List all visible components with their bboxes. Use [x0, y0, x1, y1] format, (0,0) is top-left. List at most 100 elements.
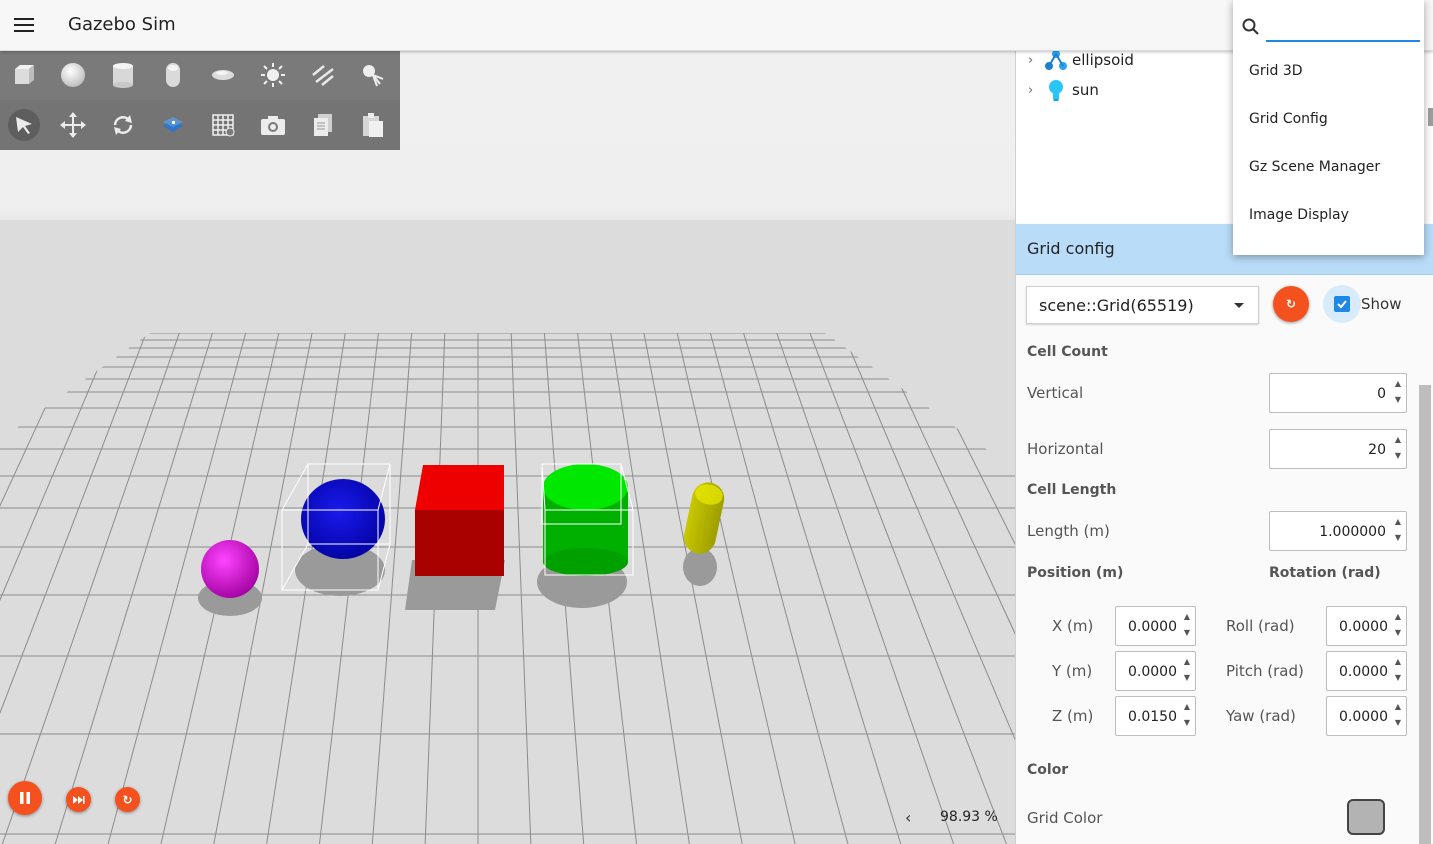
horizontal-label: Horizontal	[1027, 440, 1104, 458]
screenshot-icon[interactable]	[257, 109, 289, 141]
roll-value: 0.0000	[1339, 619, 1388, 635]
rotation-heading: Rotation (rad)	[1269, 565, 1381, 581]
sphere-shape-icon[interactable]	[57, 59, 89, 91]
spin-down-icon[interactable]: ▼	[1395, 674, 1401, 682]
refresh-button[interactable]: ↻	[1273, 286, 1309, 322]
snap-grid-icon[interactable]	[207, 109, 239, 141]
spin-down-icon[interactable]: ▼	[1395, 629, 1401, 637]
refresh-icon: ↻	[1285, 297, 1297, 311]
length-label: Length (m)	[1027, 522, 1110, 540]
spin-up-icon[interactable]: ▲	[1184, 613, 1190, 621]
y-value: 0.0000	[1128, 664, 1177, 680]
vertical-value: 0	[1377, 386, 1386, 402]
show-toggle[interactable]: Show	[1323, 285, 1401, 323]
z-spinbox[interactable]: 0.0150 ▲ ▼	[1115, 696, 1196, 736]
spin-up-icon[interactable]: ▲	[1395, 703, 1401, 711]
x-label: X (m)	[1052, 617, 1094, 635]
panel-scrollbar-thumb[interactable]	[1419, 385, 1431, 844]
pitch-spinbox[interactable]: 0.0000 ▲ ▼	[1326, 651, 1407, 691]
show-checkbox[interactable]	[1323, 285, 1361, 323]
shapes-toolbar	[0, 50, 400, 150]
step-forward-button[interactable]	[66, 787, 91, 812]
reset-button[interactable]: ↻	[115, 787, 140, 812]
model-icon	[1045, 50, 1067, 70]
menu-item-image-display[interactable]: Image Display	[1249, 207, 1349, 223]
checkmark-icon	[1334, 296, 1350, 312]
copy-icon[interactable]	[307, 109, 339, 141]
paste-icon[interactable]	[357, 109, 389, 141]
horizontal-value: 20	[1368, 442, 1386, 458]
pause-button[interactable]	[8, 781, 42, 815]
tree-item-label: sun	[1072, 81, 1099, 99]
point-light-icon[interactable]	[257, 59, 289, 91]
translate-tool-icon[interactable]	[57, 109, 89, 141]
scene-render[interactable]	[0, 50, 1015, 844]
scene-3d-viewport[interactable]: ↻ ‹ 98.93 %	[0, 50, 1015, 844]
x-value: 0.0000	[1128, 619, 1177, 635]
spin-up-icon[interactable]: ▲	[1184, 658, 1190, 666]
spin-down-icon[interactable]: ▼	[1184, 719, 1190, 727]
length-value: 1.000000	[1319, 524, 1386, 540]
cell-length-heading: Cell Length	[1027, 482, 1117, 498]
spin-up-icon[interactable]: ▲	[1395, 658, 1401, 666]
position-heading: Position (m)	[1027, 565, 1124, 581]
y-spinbox[interactable]: 0.0000 ▲ ▼	[1115, 651, 1196, 691]
horizontal-spinbox[interactable]: 20 ▲ ▼	[1269, 429, 1407, 469]
cell-count-heading: Cell Count	[1027, 344, 1108, 360]
spin-down-icon[interactable]: ▼	[1395, 719, 1401, 727]
chevron-left-icon[interactable]: ‹	[905, 808, 911, 827]
spin-down-icon[interactable]: ▼	[1395, 396, 1401, 404]
yaw-label: Yaw (rad)	[1226, 707, 1296, 725]
show-label: Show	[1361, 295, 1402, 313]
rotate-tool-icon[interactable]	[107, 109, 139, 141]
spin-down-icon[interactable]: ▼	[1184, 629, 1190, 637]
search-icon	[1242, 18, 1259, 35]
chevron-right-icon[interactable]: ›	[1028, 83, 1042, 98]
spin-up-icon[interactable]: ▲	[1395, 436, 1401, 444]
select-tool-icon[interactable]	[8, 109, 40, 141]
spin-down-icon[interactable]: ▼	[1395, 452, 1401, 460]
grid-select-dropdown[interactable]: scene::Grid(65519)	[1026, 286, 1259, 324]
grid-select-value: scene::Grid(65519)	[1039, 296, 1194, 315]
tree-item-ellipsoid[interactable]: › ellipsoid	[1028, 50, 1134, 73]
ellipsoid-shape-icon[interactable]	[207, 59, 239, 91]
chevron-right-icon[interactable]: ›	[1028, 53, 1042, 68]
pause-icon	[20, 792, 30, 804]
plugin-search-input[interactable]	[1266, 12, 1420, 42]
roll-label: Roll (rad)	[1226, 617, 1295, 635]
vertical-spinbox[interactable]: 0 ▲ ▼	[1269, 373, 1407, 413]
spin-down-icon[interactable]: ▼	[1184, 674, 1190, 682]
capsule-shape-icon[interactable]	[157, 59, 189, 91]
yaw-value: 0.0000	[1339, 709, 1388, 725]
x-spinbox[interactable]: 0.0000 ▲ ▼	[1115, 606, 1196, 646]
menu-item-gz-scene-manager[interactable]: Gz Scene Manager	[1249, 159, 1380, 175]
box-shape-icon[interactable]	[8, 59, 40, 91]
spot-light-icon[interactable]	[357, 59, 389, 91]
menu-item-grid-config[interactable]: Grid Config	[1249, 111, 1328, 127]
cylinder-shape-icon[interactable]	[107, 59, 139, 91]
sphere-model[interactable]	[201, 540, 259, 598]
spin-up-icon[interactable]: ▲	[1184, 703, 1190, 711]
y-label: Y (m)	[1052, 662, 1093, 680]
vertical-label: Vertical	[1027, 384, 1084, 402]
length-spinbox[interactable]: 1.000000 ▲ ▼	[1269, 511, 1407, 551]
roll-spinbox[interactable]: 0.0000 ▲ ▼	[1326, 606, 1407, 646]
dropdown-arrow-icon	[1234, 303, 1244, 308]
directional-light-icon[interactable]	[307, 59, 339, 91]
hamburger-menu-icon[interactable]	[12, 14, 36, 36]
spin-up-icon[interactable]: ▲	[1395, 613, 1401, 621]
spin-down-icon[interactable]: ▼	[1395, 534, 1401, 542]
tree-item-sun[interactable]: › sun	[1028, 77, 1099, 103]
pitch-value: 0.0000	[1339, 664, 1388, 680]
tree-scrollbar-thumb[interactable]	[1428, 108, 1433, 126]
box-model[interactable]	[415, 465, 504, 576]
transform-control-icon[interactable]	[157, 109, 189, 141]
menu-item-grid-3d[interactable]: Grid 3D	[1249, 63, 1303, 79]
spin-up-icon[interactable]: ▲	[1395, 518, 1401, 526]
yaw-spinbox[interactable]: 0.0000 ▲ ▼	[1326, 696, 1407, 736]
spin-up-icon[interactable]: ▲	[1395, 380, 1401, 388]
grid-color-button[interactable]	[1347, 799, 1385, 835]
z-value: 0.0150	[1128, 709, 1177, 725]
cylinder-model[interactable]	[541, 463, 634, 576]
grid-color-label: Grid Color	[1027, 809, 1103, 827]
